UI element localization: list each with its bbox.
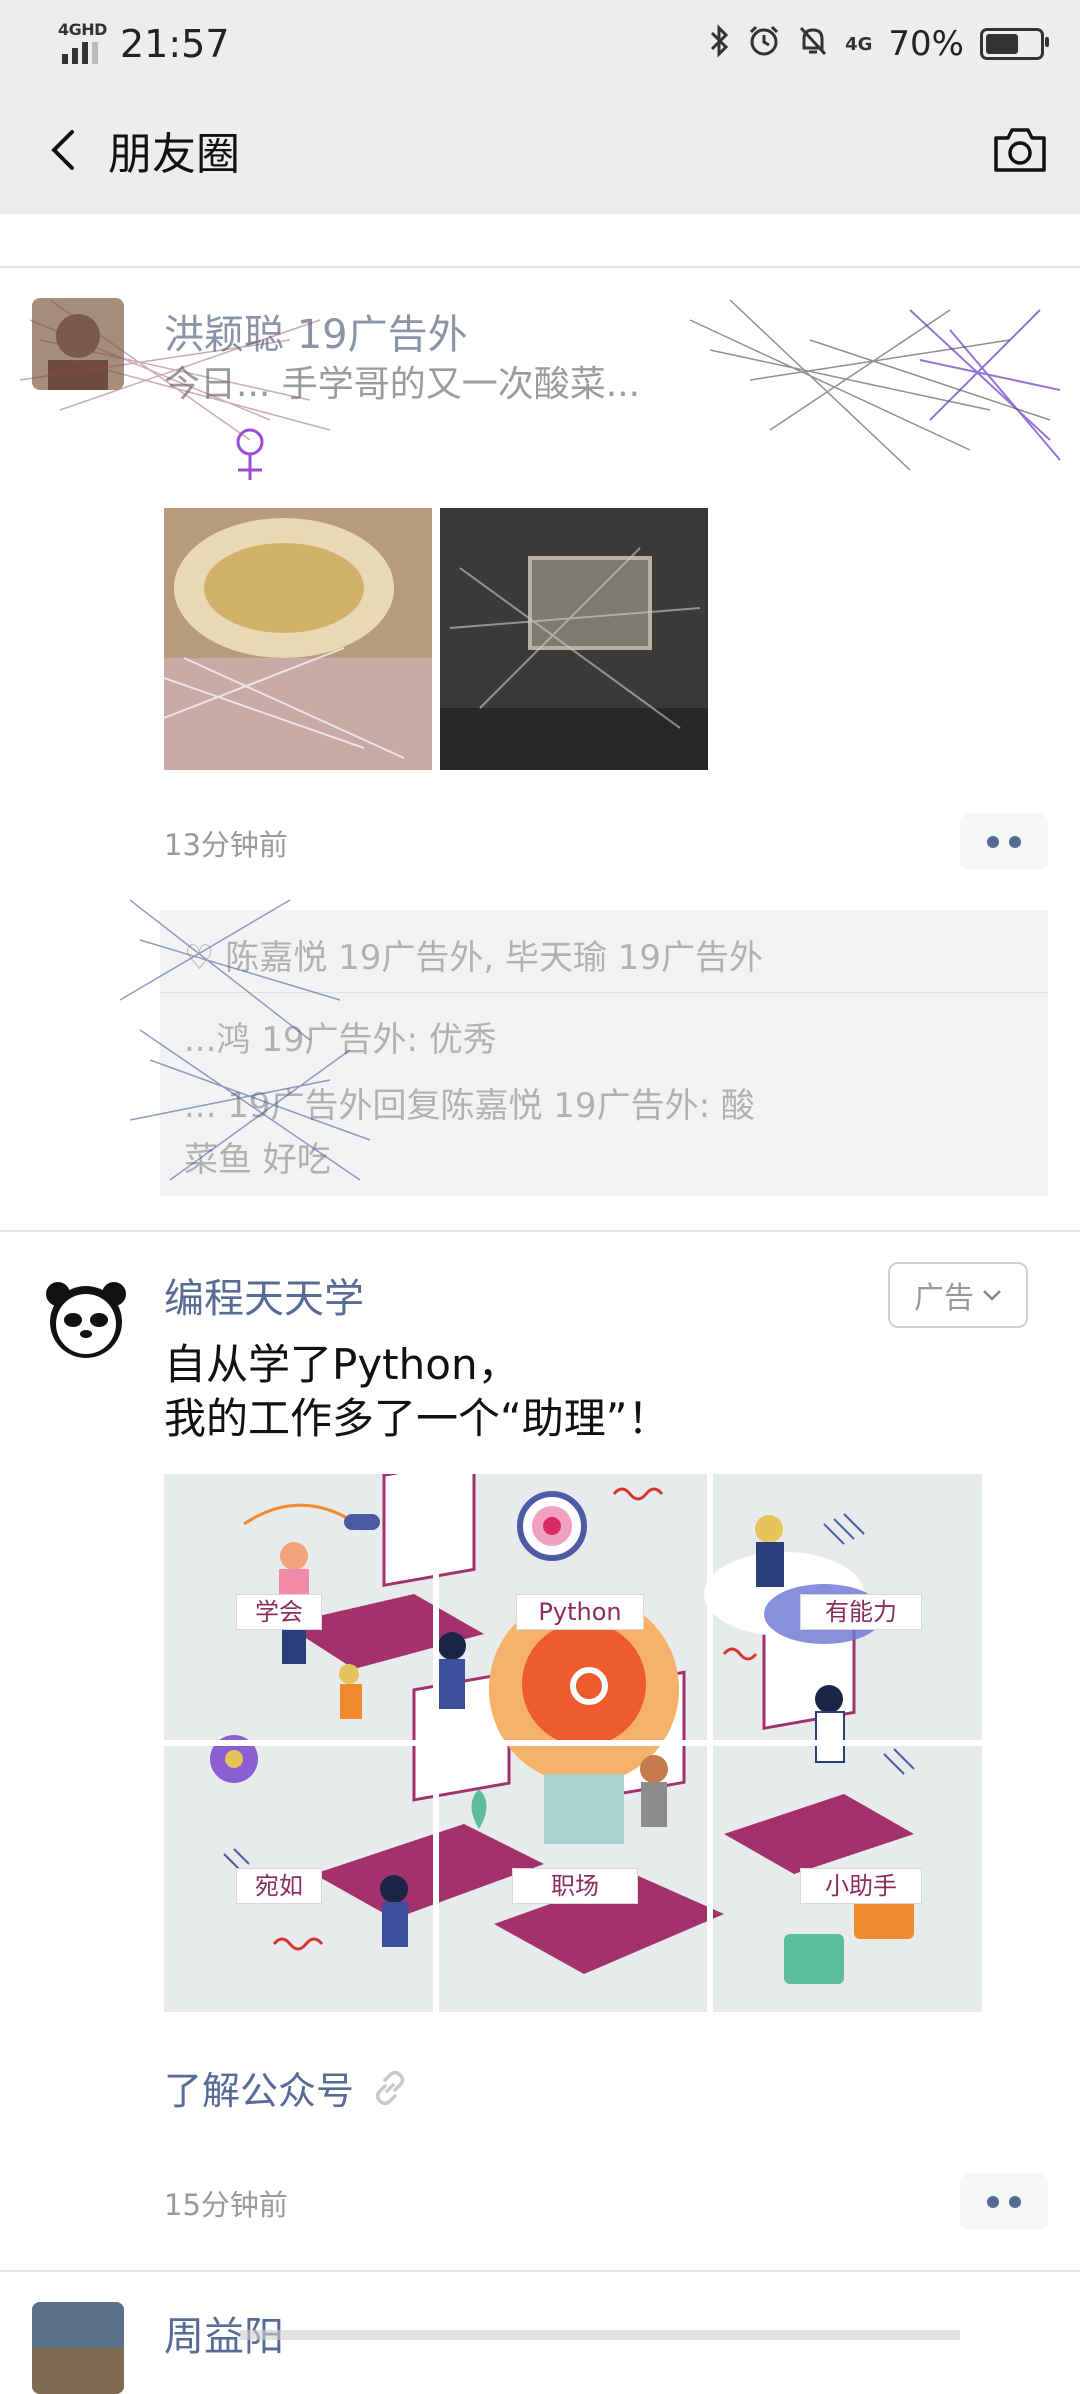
nav-bar: 朋友圈 bbox=[0, 86, 1080, 214]
redaction-scribble bbox=[19, 299, 1061, 480]
redaction-scribble-comments bbox=[119, 899, 371, 1181]
ad-illustration bbox=[164, 1474, 982, 2012]
signal-icon: 4GHD bbox=[58, 20, 107, 68]
signal-small-tag: 4G bbox=[845, 33, 873, 55]
battery-icon bbox=[980, 28, 1049, 60]
battery-percent: 70% bbox=[888, 24, 964, 64]
more-options-button[interactable] bbox=[960, 2174, 1048, 2230]
post-timestamp: 15分钟前 bbox=[164, 2188, 288, 2222]
post-timestamp: 13分钟前 bbox=[164, 828, 288, 862]
ad-tag-button[interactable]: 广告 bbox=[888, 1262, 1028, 1328]
grid-label-1: 学会 bbox=[236, 1594, 322, 1630]
post-photo-food[interactable] bbox=[164, 508, 432, 770]
camera-icon[interactable] bbox=[990, 122, 1050, 178]
alarm-icon bbox=[747, 24, 781, 64]
author-name[interactable]: 编程天天学 bbox=[164, 1266, 364, 1324]
more-options-button[interactable] bbox=[960, 814, 1048, 870]
bluetooth-icon bbox=[709, 24, 731, 64]
network-tag: 4GHD bbox=[58, 20, 107, 39]
post-text-line-2: 我的工作多了一个“助理”！ bbox=[164, 1394, 670, 1443]
top-divider bbox=[0, 266, 1080, 268]
grid-label-4: 宛如 bbox=[236, 1868, 322, 1904]
redaction-bar bbox=[240, 2330, 960, 2340]
link-text: 了解公众号 bbox=[164, 2069, 355, 2113]
post-divider-2 bbox=[0, 2270, 1080, 2272]
avatar[interactable] bbox=[32, 2302, 124, 2394]
grid-label-5: 职场 bbox=[512, 1868, 638, 1904]
post-divider-1 bbox=[0, 1230, 1080, 1232]
follow-account-link[interactable]: 了解公众号 bbox=[164, 2060, 412, 2115]
grid-label-6: 小助手 bbox=[800, 1868, 922, 1904]
clock: 21:57 bbox=[120, 22, 230, 66]
status-bar: 4GHD 21:57 4G 70% bbox=[0, 0, 1080, 86]
mute-icon bbox=[797, 24, 829, 64]
grid-label-2: Python bbox=[516, 1594, 644, 1630]
panda-avatar[interactable] bbox=[40, 1272, 132, 1364]
post-text-line-1: 自从学了Python， bbox=[164, 1340, 520, 1389]
post-photo-screen[interactable] bbox=[440, 508, 708, 770]
link-icon bbox=[375, 2070, 405, 2105]
page-title: 朋友圈 bbox=[108, 129, 240, 180]
ad-label: 广告 bbox=[914, 1281, 974, 1316]
ad-image-grid[interactable]: 学会 Python 有能力 宛如 职场 小助手 bbox=[164, 1474, 982, 2012]
back-chevron-icon[interactable] bbox=[34, 120, 94, 180]
battery-fill bbox=[986, 34, 1019, 54]
grid-label-3: 有能力 bbox=[800, 1594, 922, 1630]
chevron-down-icon bbox=[983, 1290, 1001, 1301]
